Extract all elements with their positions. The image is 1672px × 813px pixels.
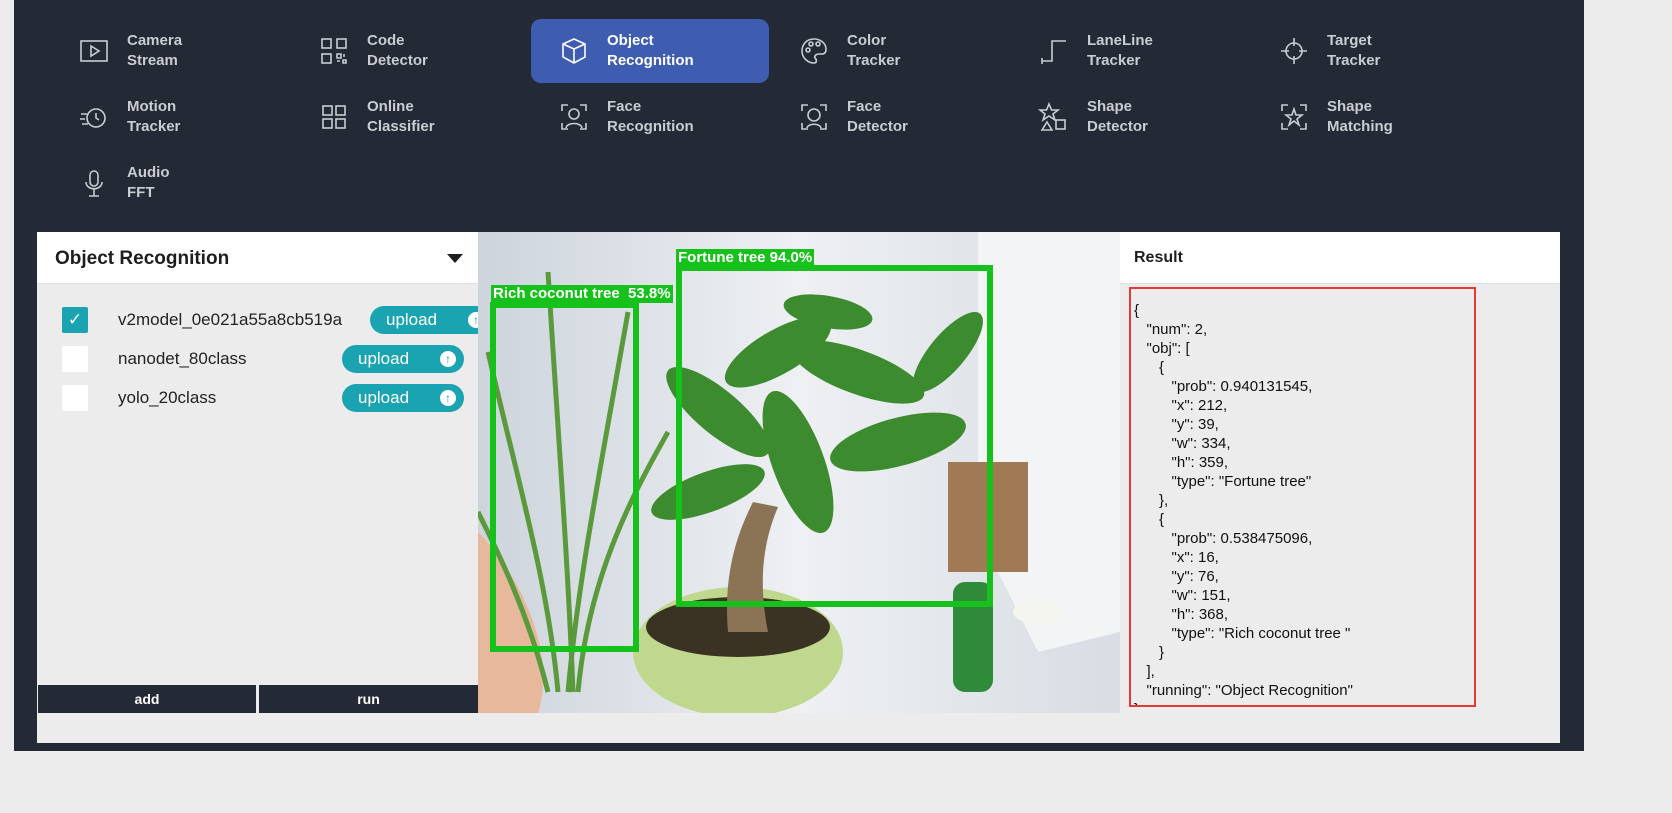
detection-label: Fortune tree 94.0% [676, 249, 815, 267]
nav-motion-tracker[interactable]: Motion Tracker [51, 85, 289, 149]
result-title: Result [1134, 249, 1183, 266]
nav-label: Face Detector [847, 98, 908, 135]
panel-title: Object Recognition [55, 248, 230, 269]
nav-label: LaneLine Tracker [1087, 32, 1153, 69]
nav-target-tracker[interactable]: Target Tracker [1251, 19, 1489, 83]
model-name: nanodet_80class [118, 349, 247, 368]
model-row: nanodet_80class upload ↑ [37, 343, 478, 375]
app-content: Camera Stream Code Detector Object Recog… [37, 3, 1560, 743]
nav-online-classifier[interactable]: Online Classifier [291, 85, 529, 149]
upload-arrow-icon: ↑ [440, 390, 456, 406]
nav-object-recognition[interactable]: Object Recognition [531, 19, 769, 83]
run-button[interactable]: run [259, 685, 478, 713]
detection-box [490, 302, 639, 652]
nav-color-tracker[interactable]: Color Tracker [771, 19, 1009, 83]
camera-view: Fortune tree 94.0% Rich coconut tree 53.… [478, 232, 1120, 713]
palette-icon [797, 34, 831, 68]
nav-label: Audio FFT [127, 164, 170, 201]
upload-button[interactable]: upload ↑ [370, 306, 492, 334]
upload-button[interactable]: upload ↑ [342, 384, 464, 412]
model-row: yolo_20class upload ↑ [37, 382, 478, 414]
crosshair-icon [1277, 34, 1311, 68]
face-detector-icon [797, 100, 831, 134]
result-panel: Result { "num": 2, "obj": [ { "prob": 0.… [1120, 232, 1560, 713]
model-checkbox[interactable] [62, 346, 88, 372]
microphone-icon [77, 166, 111, 200]
nav-label: Target Tracker [1327, 32, 1381, 69]
result-json: { "num": 2, "obj": [ { "prob": 0.9401315… [1134, 302, 1353, 705]
nav-label: Motion Tracker [127, 98, 181, 135]
chevron-down-icon[interactable] [447, 254, 463, 263]
qr-code-icon [317, 34, 351, 68]
face-recognition-icon [557, 100, 591, 134]
nav-code-detector[interactable]: Code Detector [291, 19, 529, 83]
cube-icon [557, 34, 591, 68]
result-output[interactable]: { "num": 2, "obj": [ { "prob": 0.9401315… [1129, 287, 1476, 707]
shape-match-icon [1277, 100, 1311, 134]
detection-label: Rich coconut tree 53.8% [491, 285, 673, 303]
model-panel-header[interactable]: Object Recognition [37, 232, 478, 284]
nav-label: Online Classifier [367, 98, 435, 135]
grid-icon [317, 100, 351, 134]
function-nav: Camera Stream Code Detector Object Recog… [37, 3, 1560, 232]
model-name: v2model_0e021a55a8cb519a [118, 310, 343, 329]
model-checkbox[interactable] [62, 385, 88, 411]
shapes-icon [1037, 100, 1071, 134]
upload-label: upload [386, 310, 438, 329]
nav-label: Code Detector [367, 32, 428, 69]
nav-label: Shape Matching [1327, 98, 1393, 135]
nav-label: Object Recognition [607, 32, 694, 69]
nav-laneline-tracker[interactable]: LaneLine Tracker [1011, 19, 1249, 83]
nav-label: Color Tracker [847, 32, 901, 69]
nav-camera-stream[interactable]: Camera Stream [51, 19, 289, 83]
motion-icon [77, 100, 111, 134]
result-header: Result [1120, 232, 1560, 284]
nav-label: Face Recognition [607, 98, 694, 135]
upload-button[interactable]: upload ↑ [342, 345, 464, 373]
nav-face-detector[interactable]: Face Detector [771, 85, 1009, 149]
upload-label: upload [358, 388, 410, 407]
add-button[interactable]: add [38, 685, 256, 713]
model-name: yolo_20class [118, 388, 217, 407]
nav-label: Camera Stream [127, 32, 183, 69]
detection-box [676, 265, 993, 607]
nav-shape-detector[interactable]: Shape Detector [1011, 85, 1249, 149]
nav-face-recognition[interactable]: Face Recognition [531, 85, 769, 149]
model-checkbox[interactable]: ✓ [62, 307, 88, 333]
nav-label: Shape Detector [1087, 98, 1148, 135]
lane-line-icon [1037, 34, 1071, 68]
nav-shape-matching[interactable]: Shape Matching [1251, 85, 1489, 149]
nav-audio-fft[interactable]: Audio FFT [51, 151, 289, 215]
upload-label: upload [358, 349, 410, 368]
upload-arrow-icon: ↑ [440, 351, 456, 367]
model-row: ✓ v2model_0e021a55a8cb519a upload ↑ [37, 304, 492, 336]
play-icon [77, 34, 111, 68]
model-panel: Object Recognition ✓ v2model_0e021a55a8c… [37, 232, 492, 713]
